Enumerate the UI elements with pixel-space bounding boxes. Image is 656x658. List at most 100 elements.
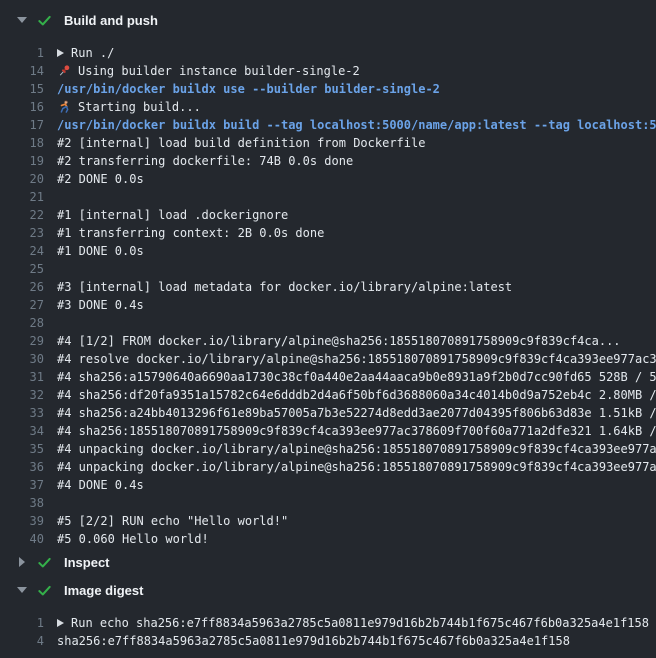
line-text-value: #3 DONE 0.4s bbox=[57, 298, 144, 312]
line-number[interactable]: 25 bbox=[0, 260, 44, 278]
line-number[interactable]: 20 bbox=[0, 170, 44, 188]
line-number[interactable]: 40 bbox=[0, 530, 44, 548]
section-title: Inspect bbox=[64, 555, 110, 570]
section-build-and-push: Build and push 1 Run ./ 14 Using builder ins… bbox=[0, 10, 656, 548]
line-number[interactable]: 36 bbox=[0, 458, 44, 476]
line-text: /usr/bin/docker buildx use --builder bui… bbox=[57, 80, 440, 98]
line-number[interactable]: 30 bbox=[0, 350, 44, 368]
section-header-inspect[interactable]: Inspect bbox=[0, 552, 656, 572]
log-line: 38 bbox=[0, 494, 656, 512]
log-line: 27 #3 DONE 0.4s bbox=[0, 296, 656, 314]
line-number[interactable]: 31 bbox=[0, 368, 44, 386]
line-text-value: /usr/bin/docker buildx use --builder bui… bbox=[57, 82, 440, 96]
line-number[interactable]: 28 bbox=[0, 314, 44, 332]
line-text: #4 DONE 0.4s bbox=[57, 476, 144, 494]
log-line: 29#4 [1/2] FROM docker.io/library/alpine… bbox=[0, 332, 656, 350]
section-image-digest: Image digest 1 Run echo sha256:e7ff8834a59… bbox=[0, 580, 656, 650]
expander-arrow-icon[interactable] bbox=[57, 49, 64, 57]
pushpin-icon bbox=[57, 64, 71, 78]
log-line: 4 sha256:e7ff8834a5963a2785c5a0811e979d16… bbox=[0, 632, 656, 650]
line-number[interactable]: 35 bbox=[0, 440, 44, 458]
log-line: 18 #2 [internal] load build definition fr… bbox=[0, 134, 656, 152]
log-line: 1 Run ./ bbox=[0, 44, 656, 62]
line-number[interactable]: 26 bbox=[0, 278, 44, 296]
log-line: 40 #5 0.060 Hello world! bbox=[0, 530, 656, 548]
line-text: Run echo sha256:e7ff8834a5963a2785c5a081… bbox=[57, 614, 649, 632]
expander-arrow-icon[interactable] bbox=[57, 619, 64, 627]
log-line: 28 bbox=[0, 314, 656, 332]
log-line: 26 #3 [internal] load metadata for docker… bbox=[0, 278, 656, 296]
check-success-icon bbox=[36, 582, 52, 598]
line-number[interactable]: 17 bbox=[0, 116, 44, 134]
line-text-value: #5 0.060 Hello world! bbox=[57, 532, 209, 546]
line-number[interactable]: 23 bbox=[0, 224, 44, 242]
line-number[interactable]: 1 bbox=[0, 44, 44, 62]
line-number[interactable]: 29 bbox=[0, 332, 44, 350]
runner-icon bbox=[57, 100, 71, 114]
section-title: Build and push bbox=[64, 13, 158, 28]
log-line: 21 bbox=[0, 188, 656, 206]
line-number[interactable]: 37 bbox=[0, 476, 44, 494]
line-number[interactable]: 18 bbox=[0, 134, 44, 152]
line-number[interactable]: 15 bbox=[0, 80, 44, 98]
line-text: #4 sha256:df20fa9351a15782c64e6dddb2d4a6… bbox=[57, 386, 656, 404]
workflow-log-viewer: Build and push1Run ./14Using builder ins… bbox=[0, 0, 656, 650]
log-line: 25 bbox=[0, 260, 656, 278]
line-text: #5 0.060 Hello world! bbox=[57, 530, 209, 548]
chevron-right-icon[interactable] bbox=[16, 557, 28, 567]
line-text-value: Run ./ bbox=[71, 46, 114, 60]
log-line: 19 #2 transferring dockerfile: 74B 0.0s d… bbox=[0, 152, 656, 170]
line-text-value: #4 unpacking docker.io/library/alpine@sh… bbox=[57, 442, 656, 456]
line-number[interactable]: 32 bbox=[0, 386, 44, 404]
line-text-value: #1 transferring context: 2B 0.0s done bbox=[57, 226, 324, 240]
line-text: #2 [internal] load build definition from… bbox=[57, 134, 425, 152]
line-text-value: #5 [2/2] RUN echo "Hello world!" bbox=[57, 514, 288, 528]
line-number[interactable]: 34 bbox=[0, 422, 44, 440]
line-text: #4 unpacking docker.io/library/alpine@sh… bbox=[57, 440, 656, 458]
line-number[interactable]: 39 bbox=[0, 512, 44, 530]
line-text: #1 [internal] load .dockerignore bbox=[57, 206, 288, 224]
line-text: #1 transferring context: 2B 0.0s done bbox=[57, 224, 324, 242]
line-number[interactable]: 24 bbox=[0, 242, 44, 260]
log-line: 23 #1 transferring context: 2B 0.0s done bbox=[0, 224, 656, 242]
line-text-value: #4 sha256:a15790640a6690aa1730c38cf0a440… bbox=[57, 370, 656, 384]
log-block: 1 Run echo sha256:e7ff8834a5963a2785c5a08… bbox=[0, 614, 656, 650]
chevron-down-icon[interactable] bbox=[16, 17, 28, 23]
log-line: 22 #1 [internal] load .dockerignore bbox=[0, 206, 656, 224]
line-text: #4 sha256:a15790640a6690aa1730c38cf0a440… bbox=[57, 368, 656, 386]
line-number[interactable]: 16 bbox=[0, 98, 44, 116]
line-number[interactable]: 19 bbox=[0, 152, 44, 170]
log-line: 16Starting build... bbox=[0, 98, 656, 116]
log-line: 39 #5 [2/2] RUN echo "Hello world!" bbox=[0, 512, 656, 530]
line-number[interactable]: 21 bbox=[0, 188, 44, 206]
line-number[interactable]: 22 bbox=[0, 206, 44, 224]
line-text-value: #3 [internal] load metadata for docker.i… bbox=[57, 280, 512, 294]
line-text-value: sha256:e7ff8834a5963a2785c5a0811e979d16b… bbox=[57, 634, 570, 648]
log-block: 1 Run ./ 14 Using builder instance builder-… bbox=[0, 44, 656, 548]
log-line: 1 Run echo sha256:e7ff8834a5963a2785c5a08… bbox=[0, 614, 656, 632]
line-text-value: #1 DONE 0.0s bbox=[57, 244, 144, 258]
line-number[interactable]: 4 bbox=[0, 632, 44, 650]
line-text-value: #4 resolve docker.io/library/alpine@sha2… bbox=[57, 352, 656, 366]
section-inspect: Inspect bbox=[0, 552, 656, 572]
line-text-value: #4 sha256:df20fa9351a15782c64e6dddb2d4a6… bbox=[57, 388, 656, 402]
log-line: 33 #4 sha256:a24bb4013296f61e89ba57005a7b… bbox=[0, 404, 656, 422]
section-header-build-and-push[interactable]: Build and push bbox=[0, 10, 656, 30]
log-line: 15/usr/bin/docker buildx use --builder b… bbox=[0, 80, 656, 98]
line-number[interactable]: 38 bbox=[0, 494, 44, 512]
log-line: 35 #4 unpacking docker.io/library/alpine@… bbox=[0, 440, 656, 458]
line-number[interactable]: 27 bbox=[0, 296, 44, 314]
line-number[interactable]: 1 bbox=[0, 614, 44, 632]
line-text-value: /usr/bin/docker buildx build --tag local… bbox=[57, 118, 656, 132]
line-text: #4 sha256:a24bb4013296f61e89ba57005a7b3e… bbox=[57, 404, 656, 422]
line-text-value: Using builder instance builder-single-2 bbox=[78, 64, 360, 78]
log-line: 20#2 DONE 0.0s bbox=[0, 170, 656, 188]
log-line: 31 #4 sha256:a15790640a6690aa1730c38cf0a4… bbox=[0, 368, 656, 386]
line-number[interactable]: 14 bbox=[0, 62, 44, 80]
line-text-value: #4 sha256:a24bb4013296f61e89ba57005a7b3e… bbox=[57, 406, 656, 420]
line-text-value: #2 transferring dockerfile: 74B 0.0s don… bbox=[57, 154, 353, 168]
check-success-icon bbox=[36, 12, 52, 28]
line-number[interactable]: 33 bbox=[0, 404, 44, 422]
chevron-down-icon[interactable] bbox=[16, 587, 28, 593]
section-header-image-digest[interactable]: Image digest bbox=[0, 580, 656, 600]
